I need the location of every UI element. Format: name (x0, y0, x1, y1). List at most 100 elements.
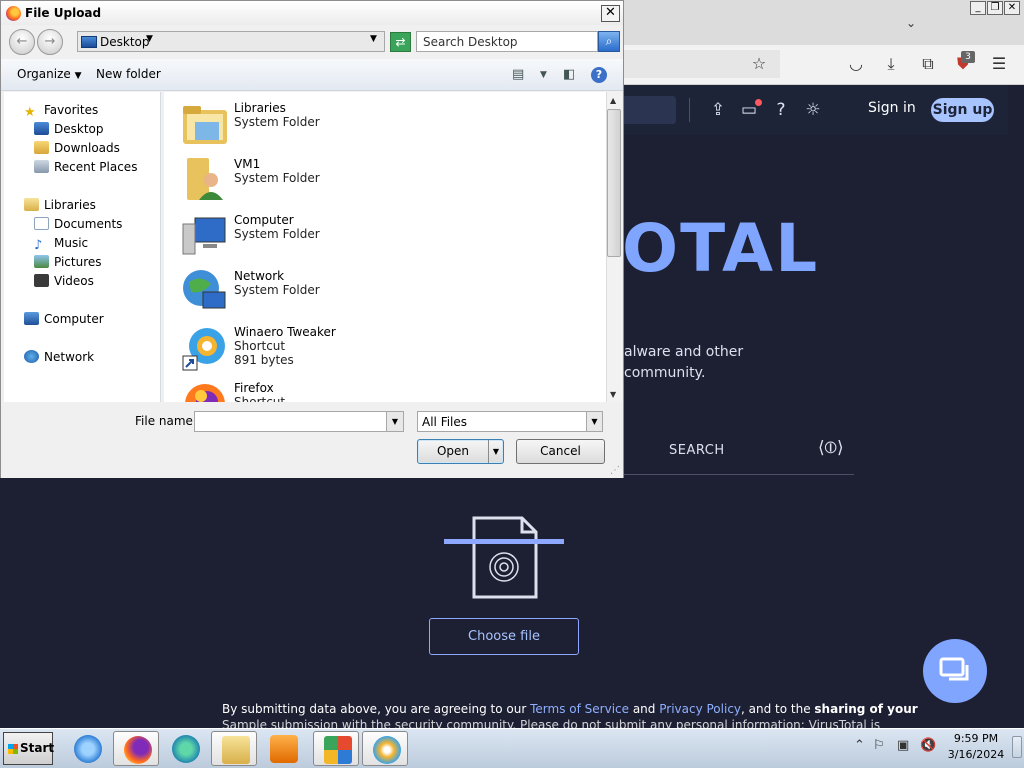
file-type-select[interactable]: All Files (417, 411, 603, 432)
nav-network-label: Network (44, 350, 95, 364)
downloads-folder-icon (34, 141, 49, 154)
terms-of-service-link[interactable]: Terms of Service (530, 702, 629, 716)
minimize-button[interactable]: _ (970, 1, 986, 15)
cancel-button[interactable]: Cancel (516, 439, 605, 464)
tray-expand-icon[interactable]: ⌃ (854, 738, 865, 753)
scrollbar-thumb[interactable] (607, 109, 621, 257)
volume-muted-icon[interactable]: 🔇 (920, 738, 936, 753)
taskbar-explorer[interactable] (211, 731, 257, 766)
clock[interactable]: 9:59 PM 3/16/2024 (940, 731, 1012, 763)
search-icon[interactable]: ⌕ (598, 31, 620, 52)
bookmark-star-icon[interactable]: ☆ (748, 53, 770, 75)
nav-favorites[interactable]: ★ Favorites (24, 102, 98, 120)
view-options-icon[interactable]: ▤ (512, 67, 524, 82)
nav-pictures-label: Pictures (54, 255, 102, 269)
nav-libraries[interactable]: Libraries (24, 197, 96, 213)
back-button[interactable]: ← (9, 29, 35, 55)
search-input[interactable]: Search Desktop (416, 31, 598, 52)
help-icon[interactable]: ? (770, 100, 792, 120)
libraries-icon (24, 198, 39, 211)
taskbar-media-player[interactable] (260, 731, 306, 766)
scroll-down-icon[interactable]: ▼ (610, 390, 616, 399)
choose-file-button[interactable]: Choose file (429, 618, 579, 655)
extensions-icon[interactable]: ⧉ (917, 53, 939, 75)
file-name: Network (234, 269, 285, 283)
theme-toggle-icon[interactable]: ☼ (802, 100, 824, 120)
nav-recent-label: Recent Places (54, 160, 138, 174)
list-item[interactable]: Network System Folder (181, 268, 581, 318)
file-list: Libraries System Folder VM1 System Folde… (164, 92, 606, 402)
terms-prefix: By submitting data above, you are agreei… (222, 702, 531, 716)
address-bar[interactable]: Desktop ▼ ▼ (77, 31, 385, 52)
dialog-close-button[interactable]: ✕ (601, 5, 620, 22)
restore-button[interactable]: ❐ (987, 1, 1003, 15)
nav-videos-label: Videos (54, 274, 94, 288)
nav-libraries-label: Libraries (44, 198, 96, 212)
file-name-label: File name: (135, 414, 197, 428)
notification-dot (755, 99, 762, 106)
taskbar-firefox[interactable] (113, 731, 159, 766)
nav-computer[interactable]: Computer (24, 311, 104, 327)
list-item[interactable]: Firefox Shortcut (181, 380, 581, 402)
nav-music[interactable]: ♪ Music (34, 235, 88, 253)
show-desktop-button[interactable] (1012, 736, 1022, 758)
navigation-pane: ★ Favorites Desktop Downloads Recent Plac… (4, 92, 161, 402)
dialog-titlebar[interactable]: File Upload ✕ (1, 1, 623, 25)
open-dropdown-icon[interactable]: ▼ (488, 440, 503, 463)
computer-icon (182, 217, 226, 255)
new-folder-button[interactable]: New folder (96, 67, 161, 81)
help-button[interactable]: ? (591, 67, 607, 83)
nav-desktop[interactable]: Desktop (34, 121, 104, 137)
nav-network[interactable]: Network (24, 349, 94, 365)
taskbar-security-app[interactable] (313, 731, 359, 766)
address-dropdown-icon[interactable]: ▼ (370, 34, 377, 44)
extension-badge: 3 (961, 51, 975, 63)
file-name: Computer (234, 213, 294, 227)
sign-up-button[interactable]: Sign up (931, 98, 994, 122)
list-item[interactable]: Libraries System Folder (181, 100, 581, 150)
refresh-button[interactable]: ⇄ (390, 32, 411, 52)
list-item[interactable]: VM1 System Folder (181, 156, 581, 206)
upload-icon[interactable]: ⇪ (707, 100, 729, 120)
breadcrumb-chevron-icon[interactable]: ▼ (146, 34, 153, 44)
network-tray-icon[interactable]: ▣ (897, 738, 909, 753)
file-upload-icon (444, 516, 564, 599)
taskbar-internet-explorer[interactable] (64, 731, 110, 766)
privacy-policy-link[interactable]: Privacy Policy (659, 702, 741, 716)
taskbar-winaero[interactable] (362, 731, 408, 766)
page-scrollbar[interactable] (1008, 85, 1024, 728)
terms-bold: sharing of your (814, 702, 918, 716)
scan-icon[interactable]: ⟨⦶⟩ (818, 438, 844, 458)
chat-button[interactable] (923, 639, 987, 703)
forward-button[interactable]: → (37, 29, 63, 55)
preview-pane-icon[interactable]: ◧ (563, 67, 575, 82)
list-item[interactable]: Winaero Tweaker Shortcut 891 bytes (181, 324, 581, 374)
nav-recent-places[interactable]: Recent Places (34, 159, 137, 175)
start-button[interactable]: Start (3, 732, 54, 765)
winaero-icon (373, 736, 401, 764)
resize-grip-icon[interactable]: ⋰ (610, 465, 620, 476)
scroll-up-icon[interactable]: ▲ (610, 96, 616, 105)
folder-icon (222, 736, 250, 764)
file-name-dropdown-icon[interactable]: ▼ (386, 412, 403, 431)
file-name-field[interactable] (194, 411, 404, 432)
downloads-icon[interactable]: ⤓ (880, 53, 902, 75)
pocket-icon[interactable]: ◡ (845, 53, 867, 75)
nav-documents[interactable]: Documents (34, 216, 122, 232)
list-item[interactable]: Computer System Folder (181, 212, 581, 262)
sign-in-link[interactable]: Sign in (868, 100, 916, 116)
window-close-button[interactable]: ✕ (1004, 1, 1020, 15)
menu-icon[interactable]: ☰ (988, 53, 1010, 75)
view-dropdown-icon[interactable]: ▼ (540, 70, 547, 80)
file-type: System Folder (234, 227, 320, 241)
taskbar-edge[interactable] (162, 731, 208, 766)
nav-videos[interactable]: Videos (34, 273, 94, 289)
tab-search[interactable]: SEARCH (669, 443, 725, 458)
nav-downloads[interactable]: Downloads (34, 140, 120, 156)
action-center-flag-icon[interactable]: ⚐ (873, 738, 885, 753)
site-search-input[interactable] (622, 96, 676, 124)
tab-list-icon[interactable]: ⌄ (900, 12, 922, 34)
organize-button[interactable]: Organize ▼ (17, 67, 82, 81)
nav-pictures[interactable]: Pictures (34, 254, 102, 270)
file-type-dropdown-icon[interactable]: ▼ (586, 412, 602, 431)
